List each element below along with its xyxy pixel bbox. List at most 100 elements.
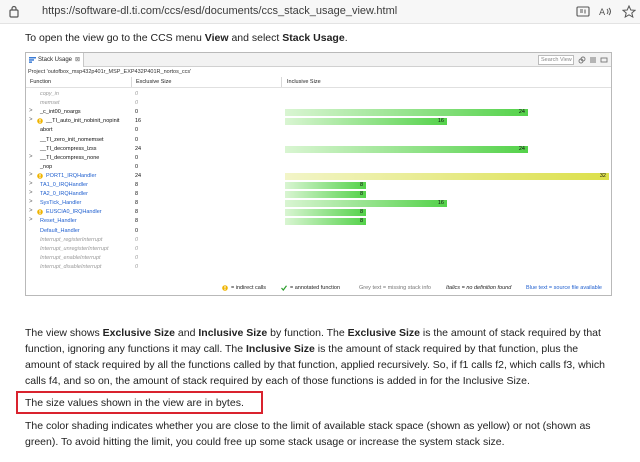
inclusive-size-value: 16 xyxy=(437,200,444,207)
inclusive-size-bar xyxy=(285,145,528,153)
legend-italics: Italics = no definition found xyxy=(446,285,512,291)
table-row[interactable]: copy_in 0 xyxy=(26,90,611,99)
stack-usage-tab-label: Stack Usage xyxy=(38,57,73,63)
exclusive-size-cell: 0 xyxy=(135,154,139,161)
body-paragraph-1-line-2: function, ignoring any functions it may … xyxy=(25,343,579,355)
stack-usage-tab[interactable]: Stack Usage ⊠ xyxy=(26,53,84,67)
function-name-cell[interactable]: PORT1_IRQHandler xyxy=(46,173,96,179)
exclusive-size-cell: 24 xyxy=(135,145,142,152)
exclusive-size-cell: 0 xyxy=(135,163,139,170)
expand-chevron-icon[interactable]: > xyxy=(29,199,33,205)
function-name-cell[interactable]: TA1_0_IRQHandler xyxy=(40,182,88,188)
exclusive-size-cell: 0 xyxy=(135,245,139,252)
expand-chevron-icon[interactable]: > xyxy=(29,181,33,187)
exclusive-size-cell: 0 xyxy=(135,263,139,270)
link-icon[interactable] xyxy=(578,56,586,64)
inclusive-size-bar xyxy=(285,200,447,208)
expand-chevron-icon[interactable]: > xyxy=(29,190,33,196)
function-name-cell: __TI_decompress_none xyxy=(40,154,100,161)
table-row[interactable]: > SysTick_Handler 8 16 xyxy=(26,199,611,208)
body-paragraph-1-line-3: amount of stack required by all the func… xyxy=(25,359,605,371)
view-tabstrip: Stack Usage ⊠ Search View xyxy=(26,53,611,67)
inclusive-size-value: 16 xyxy=(437,118,444,125)
inclusive-size-bar xyxy=(285,118,447,126)
function-name-cell[interactable]: TA2_0_IRQHandler xyxy=(40,191,88,197)
header-divider xyxy=(26,87,611,88)
minimize-view-icon[interactable] xyxy=(600,56,608,64)
exclusive-size-cell: 0 xyxy=(135,91,139,97)
indirect-call-icon xyxy=(37,173,43,179)
table-row[interactable]: Interrupt_unregisterInterrupt 0 xyxy=(26,245,611,254)
function-name-cell: _c_int00_noargs xyxy=(40,109,81,116)
project-label: Project 'outofbox_msp432p401r_MSP_EXP432… xyxy=(28,69,192,75)
function-name-cell[interactable]: Default_Handler xyxy=(40,228,80,234)
address-bar-url[interactable]: https://software-dl.ti.com/ccs/esd/docum… xyxy=(42,5,397,17)
table-row[interactable]: > __TI_decompress_none 0 xyxy=(26,154,611,163)
read-aloud-icon[interactable]: A xyxy=(598,5,612,18)
function-name-cell: abort xyxy=(40,127,53,134)
inclusive-size-value: 8 xyxy=(359,218,363,225)
indirect-call-icon xyxy=(222,285,228,291)
expand-chevron-icon[interactable]: > xyxy=(29,208,33,214)
site-info-icon[interactable] xyxy=(8,5,20,18)
expand-chevron-icon[interactable]: > xyxy=(29,217,33,223)
table-row[interactable]: > PORT1_IRQHandler 24 32 xyxy=(26,172,611,181)
table-row[interactable]: _nop 0 xyxy=(26,163,611,172)
body-paragraph-1-line-1: The view shows Exclusive Size and Inclus… xyxy=(25,327,601,339)
view-menu-icon[interactable] xyxy=(589,56,597,64)
exclusive-size-cell: 0 xyxy=(135,100,139,107)
table-row[interactable]: > EUSCIA0_IRQHandler 8 8 xyxy=(26,208,611,217)
table-row[interactable]: Interrupt_enableInterrupt 0 xyxy=(26,254,611,263)
inclusive-size-value: 32 xyxy=(599,172,606,179)
search-view-input[interactable]: Search View xyxy=(538,55,574,65)
inclusive-size-bar xyxy=(285,172,609,180)
inclusive-size-value: 8 xyxy=(359,182,363,188)
table-row[interactable]: Interrupt_disableInterrupt 0 xyxy=(26,263,611,272)
function-name-cell[interactable]: Reset_Handler xyxy=(40,218,77,224)
menu-view-label: View xyxy=(204,32,229,44)
column-header-exclusive[interactable]: Exclusive Size xyxy=(136,79,171,85)
close-tab-icon[interactable]: ⊠ xyxy=(75,56,80,63)
highlight-box xyxy=(16,391,263,414)
function-name-cell: Interrupt_enableInterrupt xyxy=(40,254,101,261)
function-name-cell[interactable]: EUSCIA0_IRQHandler xyxy=(46,209,102,215)
svg-text:A: A xyxy=(599,8,606,18)
inclusive-size-value: 8 xyxy=(359,209,363,216)
legend-grey-text: Grey text = missing stack info xyxy=(359,285,431,291)
function-name-cell: memset xyxy=(40,100,60,107)
column-header-function[interactable]: Function xyxy=(30,79,51,85)
table-row[interactable]: > Reset_Handler 8 8 xyxy=(26,217,611,226)
exclusive-size-cell: 0 xyxy=(135,127,139,134)
exclusive-size-cell: 24 xyxy=(135,172,142,179)
table-row[interactable]: > __TI_auto_init_nobinit_nopinit 16 16 xyxy=(26,117,611,126)
expand-chevron-icon[interactable]: > xyxy=(29,172,33,178)
expand-chevron-icon[interactable]: > xyxy=(29,108,33,114)
table-row[interactable]: > TA1_0_IRQHandler 8 8 xyxy=(26,181,611,190)
table-row[interactable]: > TA2_0_IRQHandler 8 8 xyxy=(26,190,611,199)
exclusive-size-cell: 0 xyxy=(135,109,139,116)
inclusive-size-bar xyxy=(285,109,528,117)
table-row[interactable]: memset 0 xyxy=(26,99,611,108)
exclusive-size-cell: 16 xyxy=(135,118,142,125)
body-paragraph-1-line-4: calls f4, and so on, the amount of stack… xyxy=(25,375,530,387)
table-row[interactable]: > _c_int00_noargs 0 24 xyxy=(26,108,611,117)
stack-usage-label: Stack Usage xyxy=(282,32,345,44)
table-row[interactable]: Default_Handler 0 xyxy=(26,227,611,236)
function-name-cell: _nop xyxy=(40,163,53,170)
table-row[interactable]: Interrupt_registerInterrupt 0 xyxy=(26,236,611,245)
table-row[interactable]: __TI_decompress_lzss 24 24 xyxy=(26,145,611,154)
function-name-cell: Interrupt_registerInterrupt xyxy=(40,236,103,243)
reader-view-icon[interactable] xyxy=(576,5,590,18)
table-row[interactable]: abort 0 xyxy=(26,126,611,135)
exclusive-size-cell: 8 xyxy=(135,218,139,225)
expand-chevron-icon[interactable]: > xyxy=(29,154,33,160)
exclusive-size-cell: 0 xyxy=(135,254,139,261)
table-row[interactable]: __TI_zero_init_nomemset 0 xyxy=(26,136,611,145)
expand-chevron-icon[interactable]: > xyxy=(29,117,33,123)
function-name-cell[interactable]: SysTick_Handler xyxy=(40,200,81,206)
exclusive-size-cell: 8 xyxy=(135,209,139,216)
function-name-cell: __TI_auto_init_nobinit_nopinit xyxy=(46,118,120,125)
function-name-cell: copy_in xyxy=(40,91,59,97)
column-header-inclusive[interactable]: Inclusive Size xyxy=(287,79,321,85)
favorite-star-icon[interactable] xyxy=(622,5,636,18)
